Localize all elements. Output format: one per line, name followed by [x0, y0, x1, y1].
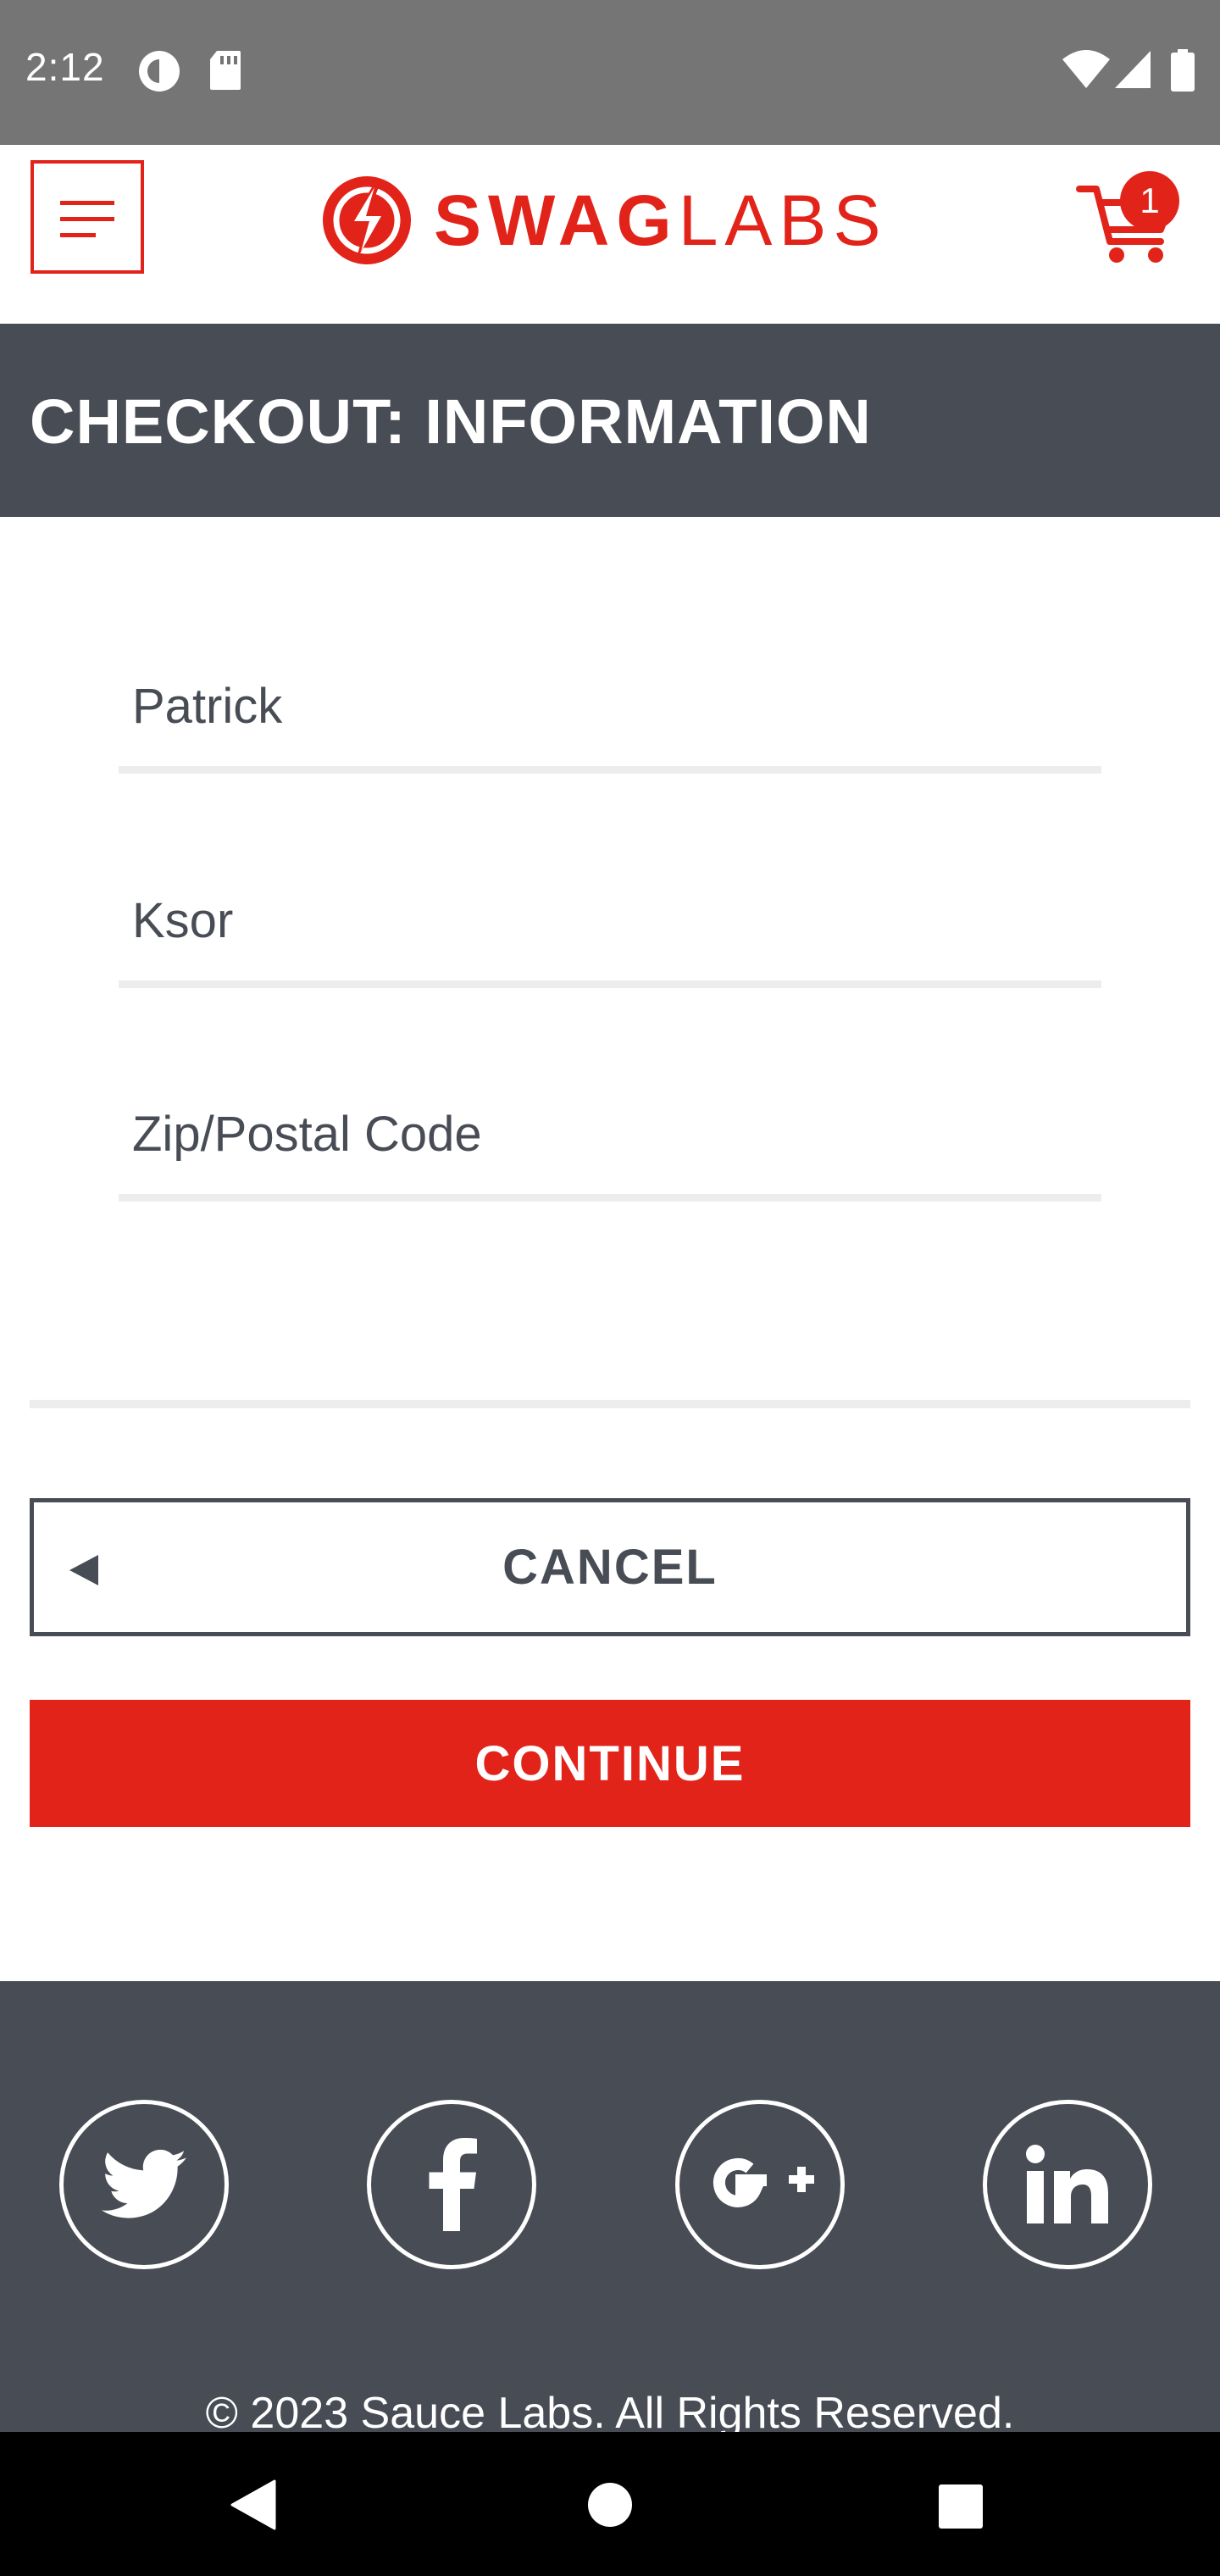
zip-input[interactable]	[119, 1074, 1101, 1193]
sd-card-icon	[210, 51, 241, 90]
cart-badge: 1	[1120, 171, 1179, 230]
status-bar	[0, 0, 1220, 145]
zip-field	[119, 1074, 1101, 1202]
battery-icon	[1171, 49, 1195, 92]
lightning-logo-icon	[323, 176, 411, 264]
last-name-input[interactable]	[119, 861, 1101, 980]
facebook-icon	[429, 2138, 477, 2231]
pocket-casts-icon	[139, 51, 180, 92]
facebook-button[interactable]	[367, 2100, 536, 2269]
field-underline	[119, 980, 1101, 988]
cancel-button[interactable]: CANCEL	[30, 1498, 1190, 1636]
first-name-field	[119, 647, 1101, 774]
divider	[30, 1400, 1190, 1408]
home-icon[interactable]	[586, 2481, 634, 2529]
field-underline	[119, 766, 1101, 774]
linkedin-icon	[1026, 2145, 1108, 2223]
menu-button[interactable]	[30, 160, 144, 274]
status-time: 2:12	[25, 45, 105, 89]
google-plus-button[interactable]	[675, 2100, 845, 2269]
twitter-icon	[102, 2149, 186, 2218]
google-plus-icon	[713, 2157, 814, 2207]
logo-wordmark: SWAGLABS	[434, 180, 888, 260]
cancel-label: CANCEL	[502, 1540, 718, 1595]
first-name-input[interactable]	[119, 647, 1101, 765]
page-title: CHECKOUT: INFORMATION	[30, 386, 872, 457]
field-underline	[119, 1194, 1101, 1202]
wifi-icon	[1062, 50, 1110, 88]
recents-icon[interactable]	[937, 2483, 984, 2530]
signal-icon	[1115, 51, 1151, 88]
twitter-button[interactable]	[59, 2100, 229, 2269]
last-name-field	[119, 861, 1101, 988]
swag-labs-logo: SWAGLABS	[320, 174, 888, 267]
copyright-text: © 2023 Sauce Labs. All Rights Reserved.	[205, 2389, 1015, 2438]
back-icon[interactable]	[230, 2479, 276, 2530]
menu-icon	[60, 201, 114, 205]
linkedin-button[interactable]	[983, 2100, 1152, 2269]
continue-button[interactable]: CONTINUE	[30, 1700, 1190, 1827]
